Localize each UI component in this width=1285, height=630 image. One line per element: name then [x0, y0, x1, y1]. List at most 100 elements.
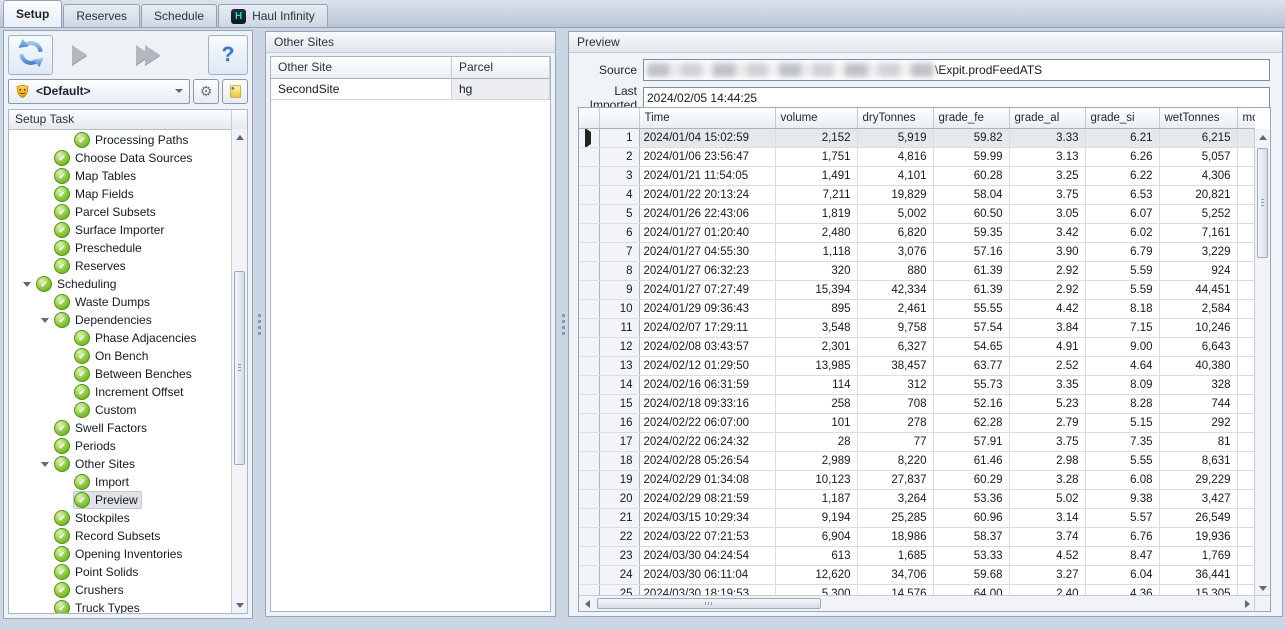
cell-volume[interactable]: 1,491 [775, 167, 857, 186]
cell-grade_si[interactable]: 8.47 [1085, 547, 1159, 566]
preview-vscroll-thumb[interactable] [1257, 148, 1268, 258]
preview-horizontal-scrollbar[interactable] [579, 595, 1255, 611]
table-row[interactable]: 72024/01/27 04:55:301,1183,07657.163.906… [579, 243, 1255, 262]
cell-volume[interactable]: 2,152 [775, 129, 857, 148]
row-number-cell[interactable]: 24 [599, 566, 639, 585]
cell-wettonnes[interactable]: 6,643 [1159, 338, 1237, 357]
cell-time[interactable]: 2024/02/22 06:24:32 [639, 433, 775, 452]
parcel-cell[interactable]: hg [452, 79, 550, 100]
column-header-moistu[interactable]: moistu [1237, 108, 1255, 129]
cell-wettonnes[interactable]: 4,306 [1159, 167, 1237, 186]
cell-grade_al[interactable]: 3.33 [1009, 129, 1085, 148]
splitter-right[interactable] [558, 30, 568, 618]
cell-grade_al[interactable]: 3.27 [1009, 566, 1085, 585]
row-selector-cell[interactable] [579, 452, 599, 471]
table-row[interactable]: 242024/03/30 06:11:0412,62034,70659.683.… [579, 566, 1255, 585]
run-all-button[interactable] [106, 35, 190, 75]
cell-grade_si[interactable]: 9.00 [1085, 338, 1159, 357]
table-row[interactable]: 122024/02/08 03:43:572,3016,32754.654.91… [579, 338, 1255, 357]
cell-volume[interactable]: 3,548 [775, 319, 857, 338]
cell-volume[interactable]: 7,211 [775, 186, 857, 205]
cell-grade_si[interactable]: 5.59 [1085, 262, 1159, 281]
tree-item-truck-types[interactable]: ✔Truck Types [9, 599, 232, 613]
row-selector-cell[interactable] [579, 186, 599, 205]
cell-moistu[interactable] [1237, 528, 1255, 547]
cell-time[interactable]: 2024/02/12 01:29:50 [639, 357, 775, 376]
row-selector-cell[interactable] [579, 433, 599, 452]
cell-time[interactable]: 2024/01/27 07:27:49 [639, 281, 775, 300]
row-selector-cell[interactable] [579, 262, 599, 281]
cell-grade_si[interactable]: 8.09 [1085, 376, 1159, 395]
cell-grade_al[interactable]: 4.52 [1009, 547, 1085, 566]
row-selector-cell[interactable] [579, 509, 599, 528]
table-row[interactable]: 162024/02/22 06:07:0010127862.282.795.15… [579, 414, 1255, 433]
cell-time[interactable]: 2024/01/29 09:36:43 [639, 300, 775, 319]
cell-moistu[interactable] [1237, 300, 1255, 319]
cell-drytonnes[interactable]: 2,461 [857, 300, 933, 319]
cell-volume[interactable]: 2,301 [775, 338, 857, 357]
cell-time[interactable]: 2024/02/29 08:21:59 [639, 490, 775, 509]
cell-drytonnes[interactable]: 1,685 [857, 547, 933, 566]
tree-item-processing-paths[interactable]: ✔Processing Paths [9, 131, 232, 149]
cell-time[interactable]: 2024/02/16 06:31:59 [639, 376, 775, 395]
cell-moistu[interactable] [1237, 224, 1255, 243]
tree-item-map-fields[interactable]: ✔Map Fields [9, 185, 232, 203]
cell-wettonnes[interactable]: 36,441 [1159, 566, 1237, 585]
cell-drytonnes[interactable]: 3,264 [857, 490, 933, 509]
cell-grade_fe[interactable]: 61.39 [933, 262, 1009, 281]
cell-wettonnes[interactable]: 7,161 [1159, 224, 1237, 243]
cell-wettonnes[interactable]: 328 [1159, 376, 1237, 395]
cell-grade_fe[interactable]: 60.28 [933, 167, 1009, 186]
cell-time[interactable]: 2024/02/22 06:07:00 [639, 414, 775, 433]
cell-grade_al[interactable]: 2.52 [1009, 357, 1085, 376]
row-selector-cell[interactable] [579, 205, 599, 224]
cell-drytonnes[interactable]: 880 [857, 262, 933, 281]
scroll-up-icon[interactable] [232, 129, 247, 145]
column-header-drytonnes[interactable]: dryTonnes [857, 108, 933, 129]
cell-moistu[interactable] [1237, 319, 1255, 338]
table-row[interactable]: 222024/03/22 07:21:536,90418,98658.373.7… [579, 528, 1255, 547]
cell-volume[interactable]: 114 [775, 376, 857, 395]
cell-time[interactable]: 2024/03/22 07:21:53 [639, 528, 775, 547]
tree-item-waste-dumps[interactable]: ✔Waste Dumps [9, 293, 232, 311]
cell-grade_al[interactable]: 2.92 [1009, 262, 1085, 281]
cell-grade_si[interactable]: 6.26 [1085, 148, 1159, 167]
row-number-cell[interactable]: 4 [599, 186, 639, 205]
cell-moistu[interactable] [1237, 148, 1255, 167]
cell-grade_al[interactable]: 2.92 [1009, 281, 1085, 300]
tree-item-between-benches[interactable]: ✔Between Benches [9, 365, 232, 383]
row-number-cell[interactable]: 12 [599, 338, 639, 357]
row-selector-cell[interactable] [579, 566, 599, 585]
cell-grade_al[interactable]: 3.13 [1009, 148, 1085, 167]
cell-drytonnes[interactable]: 4,101 [857, 167, 933, 186]
row-number-cell[interactable]: 23 [599, 547, 639, 566]
tree-item-choose-data-sources[interactable]: ✔Choose Data Sources [9, 149, 232, 167]
cell-grade_fe[interactable]: 61.39 [933, 281, 1009, 300]
cell-grade_al[interactable]: 3.28 [1009, 471, 1085, 490]
table-row[interactable]: 172024/02/22 06:24:32287757.913.757.3581 [579, 433, 1255, 452]
cell-wettonnes[interactable]: 744 [1159, 395, 1237, 414]
column-header-other-site[interactable]: Other Site [271, 57, 452, 79]
cell-time[interactable]: 2024/03/15 10:29:34 [639, 509, 775, 528]
cell-grade_si[interactable]: 6.08 [1085, 471, 1159, 490]
cell-wettonnes[interactable]: 29,229 [1159, 471, 1237, 490]
cell-wettonnes[interactable]: 19,936 [1159, 528, 1237, 547]
tree-item-record-subsets[interactable]: ✔Record Subsets [9, 527, 232, 545]
cell-grade_si[interactable]: 5.15 [1085, 414, 1159, 433]
table-row[interactable]: 102024/01/29 09:36:438952,46155.554.428.… [579, 300, 1255, 319]
cell-grade_al[interactable]: 5.02 [1009, 490, 1085, 509]
table-row[interactable]: 52024/01/26 22:43:061,8195,00260.503.056… [579, 205, 1255, 224]
tree-item-surface-importer[interactable]: ✔Surface Importer [9, 221, 232, 239]
tree-item-dependencies[interactable]: ✔Dependencies [9, 311, 232, 329]
row-number-cell[interactable]: 8 [599, 262, 639, 281]
cell-moistu[interactable] [1237, 167, 1255, 186]
tree-item-custom[interactable]: ✔Custom [9, 401, 232, 419]
cell-grade_al[interactable]: 4.91 [1009, 338, 1085, 357]
row-selector-cell[interactable] [579, 281, 599, 300]
row-number-cell[interactable]: 2 [599, 148, 639, 167]
cell-moistu[interactable] [1237, 566, 1255, 585]
table-row[interactable]: 142024/02/16 06:31:5911431255.733.358.09… [579, 376, 1255, 395]
cell-drytonnes[interactable]: 4,816 [857, 148, 933, 167]
cell-grade_si[interactable]: 6.21 [1085, 129, 1159, 148]
collapse-arrow-icon[interactable] [37, 318, 53, 323]
